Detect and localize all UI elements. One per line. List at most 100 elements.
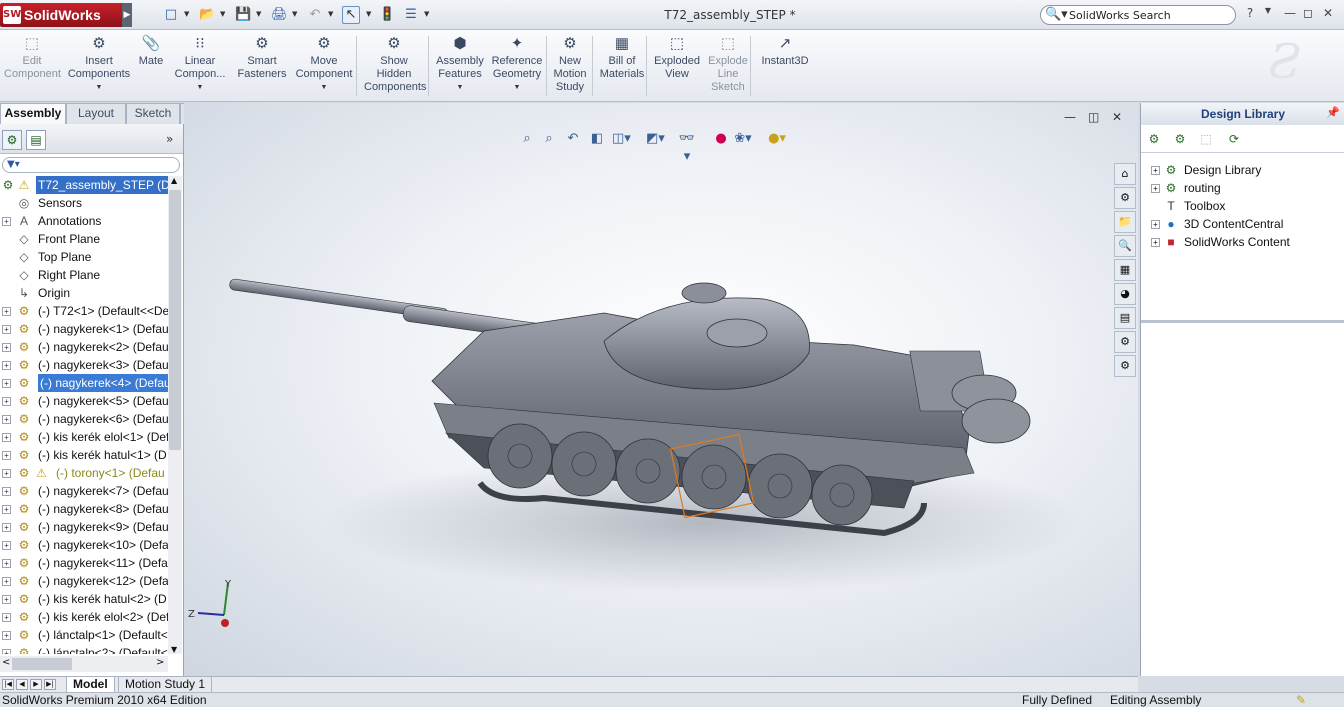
expand-icon[interactable]: +	[2, 397, 11, 406]
prev-tab-icon[interactable]: ◀	[16, 679, 28, 690]
tree-item[interactable]: + ⚙ (-) nagykerek<8> (Defau	[0, 500, 168, 518]
expand-icon[interactable]: +	[2, 595, 11, 604]
select-dropdown-icon[interactable]: ▼	[366, 10, 371, 18]
expand-icon[interactable]: +	[2, 343, 11, 352]
new-dropdown-icon[interactable]: ▼	[184, 10, 189, 18]
expand-icon[interactable]: +	[2, 469, 11, 478]
file-explorer-icon[interactable]: 📁	[1114, 211, 1136, 233]
expand-icon[interactable]: +	[2, 379, 11, 388]
ribbon-dropdown-icon[interactable]: ▼	[434, 81, 486, 94]
display-style-icon[interactable]: ◩▾	[646, 130, 665, 148]
tree-item[interactable]: + ⚙ (-) kis kerék hatul<1> (D	[0, 446, 168, 464]
expand-icon[interactable]: +	[2, 613, 11, 622]
expand-icon[interactable]: +	[2, 217, 11, 226]
minimize-button[interactable]: —	[1282, 6, 1298, 20]
motion-manager-icon[interactable]: ⚙	[1114, 331, 1136, 353]
search-input[interactable]: SolidWorks Search	[1069, 9, 1171, 22]
first-tab-icon[interactable]: |◀	[2, 679, 14, 690]
expand-panel-icon[interactable]: »	[166, 132, 173, 146]
expand-icon[interactable]: +	[1151, 184, 1160, 193]
ribbon-button-2[interactable]: 📎 Mate	[136, 32, 166, 100]
scroll-right-icon[interactable]: >	[156, 656, 164, 670]
undo-dropdown-icon[interactable]: ▼	[328, 10, 333, 18]
print-dropdown-icon[interactable]: ▼	[292, 10, 297, 18]
expand-icon[interactable]: +	[2, 307, 11, 316]
next-tab-icon[interactable]: ▶	[30, 679, 42, 690]
edit-appearance-icon[interactable]: ●	[712, 130, 730, 148]
feature-tree-tab-icon[interactable]: ⚙	[2, 130, 22, 150]
tree-item[interactable]: + ⚙ (-) nagykerek<4> (Defau	[0, 374, 168, 392]
recording-icon[interactable]: ⚙	[1114, 355, 1136, 377]
viewport-minimize-icon[interactable]: —	[1064, 110, 1076, 124]
save-dropdown-icon[interactable]: ▼	[256, 10, 261, 18]
tab-sketch[interactable]: Sketch	[126, 103, 180, 124]
menu-expand-icon[interactable]: ▶	[122, 3, 132, 27]
tree-item[interactable]: + ⚙ (-) kis kerék hatul<2> (D	[0, 590, 168, 608]
tree-item[interactable]: + ⚙ (-) nagykerek<3> (Defau	[0, 356, 168, 374]
expand-icon[interactable]: +	[2, 631, 11, 640]
expand-icon[interactable]: +	[1151, 238, 1160, 247]
tab-motion-study[interactable]: Motion Study 1	[118, 677, 213, 693]
ribbon-button-3[interactable]: ⁝⁝ Linear Compon... ▼	[172, 32, 228, 100]
print-icon[interactable]: 🖨	[270, 6, 288, 24]
add-file-location-icon[interactable]: ⚙	[1171, 130, 1189, 148]
ribbon-button-6[interactable]: ⚙ Show Hidden Components	[364, 32, 426, 100]
ribbon-button-7[interactable]: ⬢ Assembly Features ▼	[434, 32, 486, 100]
ribbon-button-13[interactable]: ↗ Instant3D	[758, 32, 812, 100]
hide-show-items-icon[interactable]: 👓▾	[678, 130, 696, 164]
tree-item[interactable]: ◇ Right Plane	[0, 266, 168, 284]
scroll-down-icon[interactable]: ▼	[171, 645, 177, 654]
commander-hatch[interactable]	[706, 318, 768, 348]
tree-filter[interactable]: ▼▾	[2, 157, 180, 173]
resources-icon[interactable]: ⌂	[1114, 163, 1136, 185]
tree-item[interactable]: + ⚙ (-) nagykerek<6> (Defau	[0, 410, 168, 428]
expand-icon[interactable]: +	[2, 649, 11, 654]
expand-icon[interactable]: +	[2, 451, 11, 460]
expand-icon[interactable]: +	[2, 415, 11, 424]
expand-icon[interactable]: +	[2, 541, 11, 550]
close-button[interactable]: ✕	[1320, 6, 1336, 20]
cupola[interactable]	[681, 282, 727, 304]
tree-item[interactable]: ◇ Front Plane	[0, 230, 168, 248]
expand-icon[interactable]: +	[2, 361, 11, 370]
ribbon-dropdown-icon[interactable]: ▼	[490, 81, 544, 94]
scroll-left-icon[interactable]: <	[2, 656, 10, 670]
expand-icon[interactable]: +	[2, 523, 11, 532]
tree-item[interactable]: + ⚙ (-) nagykerek<12> (Defa	[0, 572, 168, 590]
search-results-icon[interactable]: 🔍	[1114, 235, 1136, 257]
help-dropdown-icon[interactable]: ▼	[1260, 6, 1276, 15]
tree-item[interactable]: + ⚙ (-) lánctalp<1> (Default<	[0, 626, 168, 644]
tree-item[interactable]: + ⚙ (-) kis kerék elol<1> (Def	[0, 428, 168, 446]
tree-item[interactable]: + ⚙ (-) nagykerek<2> (Defau	[0, 338, 168, 356]
expand-icon[interactable]: +	[2, 505, 11, 514]
tree-root[interactable]: ⚙ ⚠ T72_assembly_STEP (Def	[0, 176, 168, 194]
hscroll-thumb[interactable]	[12, 658, 72, 670]
ribbon-button-8[interactable]: ✦ Reference Geometry ▼	[490, 32, 544, 100]
scroll-thumb[interactable]	[169, 190, 181, 450]
save-icon[interactable]: 💾	[234, 6, 252, 24]
tree-item[interactable]: + ⚙ (-) nagykerek<1> (Defau	[0, 320, 168, 338]
ribbon-dropdown-icon[interactable]: ▼	[66, 81, 132, 94]
tree-item[interactable]: ◎ Sensors	[0, 194, 168, 212]
appearances-icon[interactable]: ◕	[1114, 283, 1136, 305]
ribbon-button-0[interactable]: ⬚ Edit Component	[4, 32, 61, 100]
ribbon-dropdown-icon[interactable]: ▼	[294, 81, 354, 94]
tree-item[interactable]: ↳ Origin	[0, 284, 168, 302]
zoom-to-area-icon[interactable]: ⌕	[540, 130, 558, 148]
open-icon[interactable]: 📂	[198, 6, 216, 24]
select-icon[interactable]: ↖	[342, 6, 360, 24]
scroll-up-icon[interactable]: ▲	[171, 176, 177, 185]
ribbon-button-1[interactable]: ⚙ Insert Components ▼	[66, 32, 132, 100]
ribbon-button-4[interactable]: ⚙ Smart Fasteners	[236, 32, 288, 100]
tree-item[interactable]: + ⚙ (-) T72<1> (Default<<De	[0, 302, 168, 320]
expand-icon[interactable]: +	[2, 433, 11, 442]
panel-splitter[interactable]	[1141, 320, 1344, 323]
tree-item[interactable]: ◇ Top Plane	[0, 248, 168, 266]
expand-icon[interactable]: +	[2, 559, 11, 568]
expand-icon[interactable]: +	[2, 577, 11, 586]
ribbon-dropdown-icon[interactable]: ▼	[172, 81, 228, 94]
ribbon-button-12[interactable]: ⬚ Explode Line Sketch	[708, 32, 748, 100]
tab-model[interactable]: Model	[66, 677, 115, 693]
apply-scene-icon[interactable]: ❀▾	[734, 130, 752, 148]
add-to-library-icon[interactable]: ⚙	[1145, 130, 1163, 148]
